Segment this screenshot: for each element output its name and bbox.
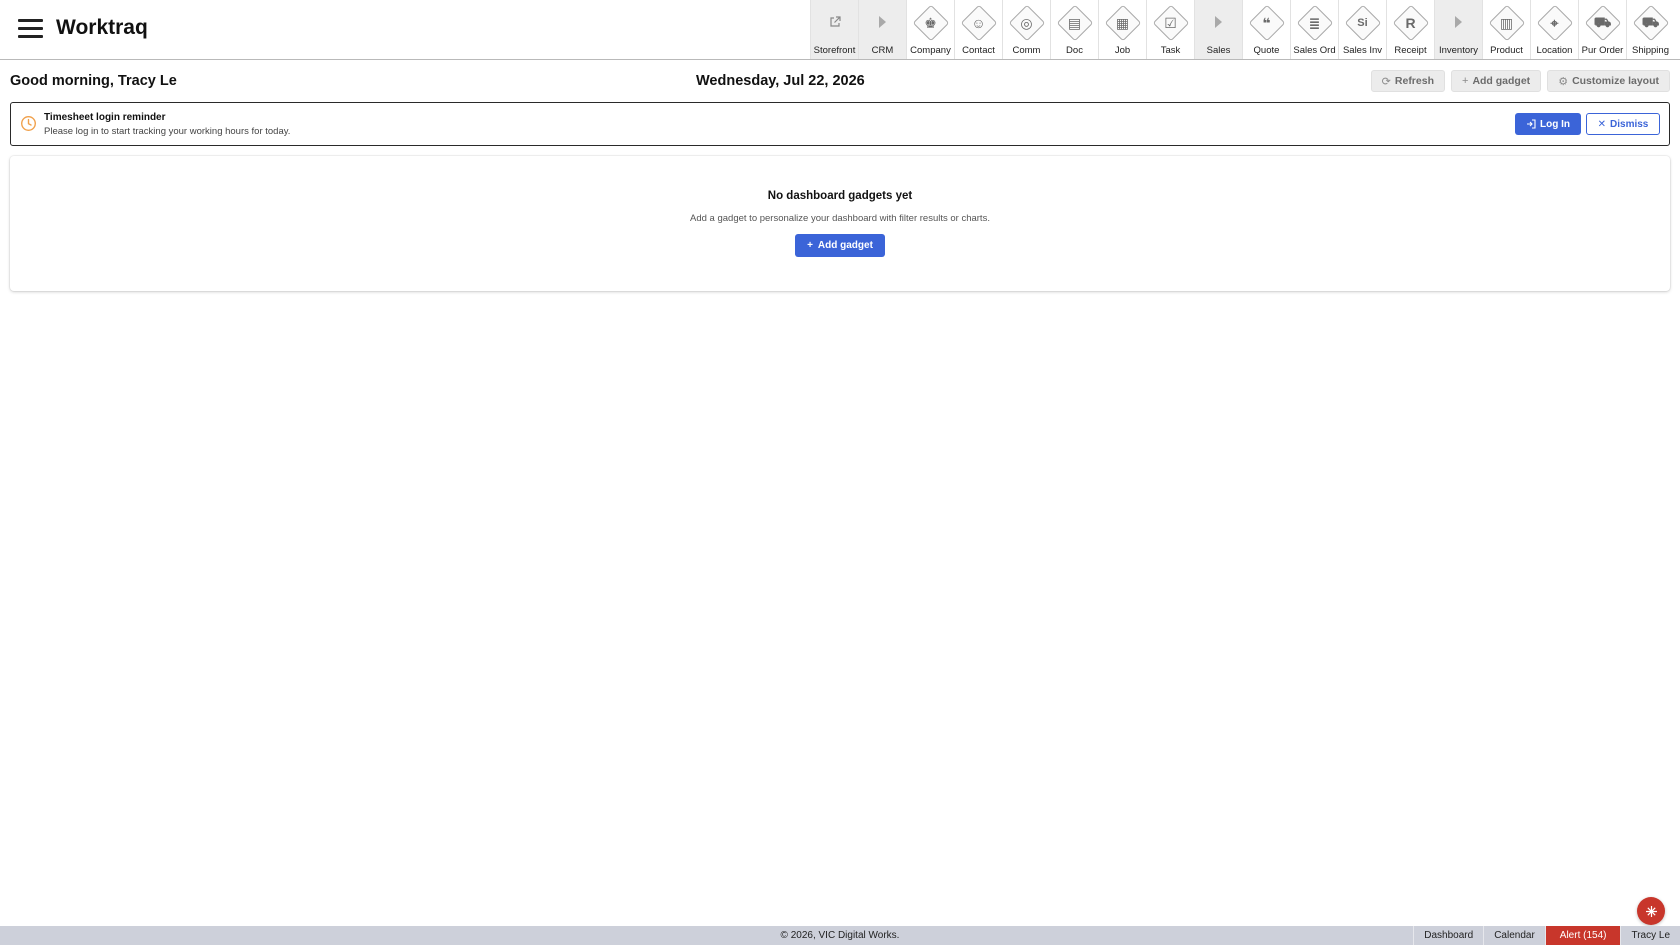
company-icon: ♚ [912, 4, 949, 42]
nav-product[interactable]: ▥ Product [1482, 0, 1530, 59]
sparkle-icon [1645, 905, 1657, 917]
caret-right-icon [1442, 6, 1476, 40]
contact-icon: ☺ [960, 4, 997, 42]
login-icon [1527, 119, 1536, 129]
nav-label: CRM [871, 45, 894, 56]
dismiss-label: Dismiss [1610, 118, 1649, 130]
footer-user-link[interactable]: Tracy Le [1620, 926, 1680, 945]
add-gadget-button[interactable]: + Add gadget [1451, 70, 1542, 92]
log-in-label: Log In [1540, 118, 1570, 130]
comm-icon: ◎ [1008, 4, 1045, 42]
nav-label: Task [1160, 45, 1181, 56]
nav-label: Company [910, 45, 951, 56]
footer-dashboard-link[interactable]: Dashboard [1413, 926, 1483, 945]
nav-label: Location [1536, 45, 1573, 56]
reminder-text: Please log in to start tracking your wor… [44, 126, 291, 137]
customize-layout-label: Customize layout [1572, 75, 1659, 87]
dashboard-empty-state: No dashboard gadgets yet Add a gadget to… [10, 156, 1670, 291]
nav-label: Storefront [813, 45, 856, 56]
footer-calendar-link[interactable]: Calendar [1483, 926, 1545, 945]
receipt-icon: R [1392, 4, 1429, 42]
nav-label: Job [1114, 45, 1131, 56]
nav-label: Shipping [1632, 45, 1669, 56]
assistant-fab[interactable] [1637, 897, 1665, 925]
greeting: Good morning, Tracy Le [10, 73, 177, 89]
dismiss-button[interactable]: ✕ Dismiss [1586, 113, 1660, 135]
customize-layout-button[interactable]: ⚙ Customize layout [1547, 70, 1670, 92]
nav-receipt[interactable]: R Receipt [1386, 0, 1434, 59]
footer-alert-link[interactable]: Alert (154) [1544, 926, 1621, 945]
nav-sales-invoice[interactable]: Si Sales Inv [1338, 0, 1386, 59]
nav-label: Doc [1066, 45, 1083, 56]
empty-state-text: Add a gadget to personalize your dashboa… [690, 213, 990, 224]
nav-label: Inventory [1438, 45, 1479, 56]
purchase-order-icon: ⛟ [1584, 4, 1621, 42]
close-icon: ✕ [1597, 118, 1607, 130]
module-nav: Storefront CRM ♚ Company ☺ Contact ◎ Com… [810, 0, 1674, 59]
nav-shipping[interactable]: ⛟ Shipping [1626, 0, 1674, 59]
clock-icon [20, 115, 37, 132]
dashboard-actions: ⟳ Refresh + Add gadget ⚙ Customize layou… [1370, 70, 1670, 92]
caret-right-icon [866, 6, 900, 40]
nav-quote[interactable]: ❝ Quote [1242, 0, 1290, 59]
nav-label: Pur Order [1581, 45, 1624, 56]
log-in-button[interactable]: Log In [1515, 113, 1581, 135]
nav-task[interactable]: ☑ Task [1146, 0, 1194, 59]
nav-purchase-order[interactable]: ⛟ Pur Order [1578, 0, 1626, 59]
nav-label: Sales Ord [1293, 45, 1336, 56]
nav-company[interactable]: ♚ Company [906, 0, 954, 59]
product-icon: ▥ [1488, 4, 1525, 42]
nav-storefront[interactable]: Storefront [810, 0, 858, 59]
empty-state-title: No dashboard gadgets yet [767, 190, 913, 202]
nav-label: Comm [1012, 45, 1041, 56]
nav-label: Quote [1253, 45, 1280, 56]
refresh-icon: ⟳ [1381, 75, 1391, 88]
menu-icon[interactable] [18, 18, 43, 38]
footer: © 2026, VIC Digital Works. Dashboard Cal… [0, 926, 1680, 945]
quote-icon: ❝ [1248, 4, 1285, 42]
doc-icon: ▤ [1056, 4, 1093, 42]
nav-inventory[interactable]: Inventory [1434, 0, 1482, 59]
footer-links: Dashboard Calendar Alert (154) Tracy Le [1413, 926, 1680, 945]
nav-job[interactable]: ▦ Job [1098, 0, 1146, 59]
caret-right-icon [1202, 6, 1236, 40]
nav-sales[interactable]: Sales [1194, 0, 1242, 59]
reminder-title: Timesheet login reminder [44, 112, 166, 123]
nav-sales-order[interactable]: ≣ Sales Ord [1290, 0, 1338, 59]
external-link-icon [818, 6, 852, 40]
plus-icon: + [807, 240, 813, 251]
location-icon: ⌖ [1536, 4, 1573, 42]
task-icon: ☑ [1152, 4, 1189, 42]
app-title: Worktraq [56, 16, 148, 39]
nav-label: Contact [962, 45, 995, 56]
nav-label: Product [1490, 45, 1523, 56]
sales-order-icon: ≣ [1296, 4, 1333, 42]
gear-icon: ⚙ [1558, 75, 1569, 88]
sales-invoice-icon: Si [1344, 4, 1381, 42]
add-gadget-primary-button[interactable]: + Add gadget [795, 234, 885, 257]
nav-crm[interactable]: CRM [858, 0, 906, 59]
shipping-icon: ⛟ [1632, 4, 1669, 42]
top-bar: Worktraq Storefront CRM ♚ Company ☺ Cont… [0, 0, 1680, 60]
plus-icon: + [1462, 75, 1469, 87]
add-gadget-label: Add gadget [1472, 75, 1531, 87]
nav-doc[interactable]: ▤ Doc [1050, 0, 1098, 59]
nav-label: Sales [1206, 45, 1231, 56]
job-icon: ▦ [1104, 4, 1141, 42]
add-gadget-primary-label: Add gadget [817, 240, 873, 251]
nav-comm[interactable]: ◎ Comm [1002, 0, 1050, 59]
timesheet-reminder-banner: Timesheet login reminder Please log in t… [10, 102, 1670, 146]
current-date: Wednesday, Jul 22, 2026 [696, 73, 865, 89]
nav-label: Sales Inv [1342, 45, 1383, 56]
nav-contact[interactable]: ☺ Contact [954, 0, 1002, 59]
nav-label: Receipt [1394, 45, 1427, 56]
nav-location[interactable]: ⌖ Location [1530, 0, 1578, 59]
refresh-label: Refresh [1394, 75, 1434, 87]
refresh-button[interactable]: ⟳ Refresh [1370, 70, 1445, 92]
